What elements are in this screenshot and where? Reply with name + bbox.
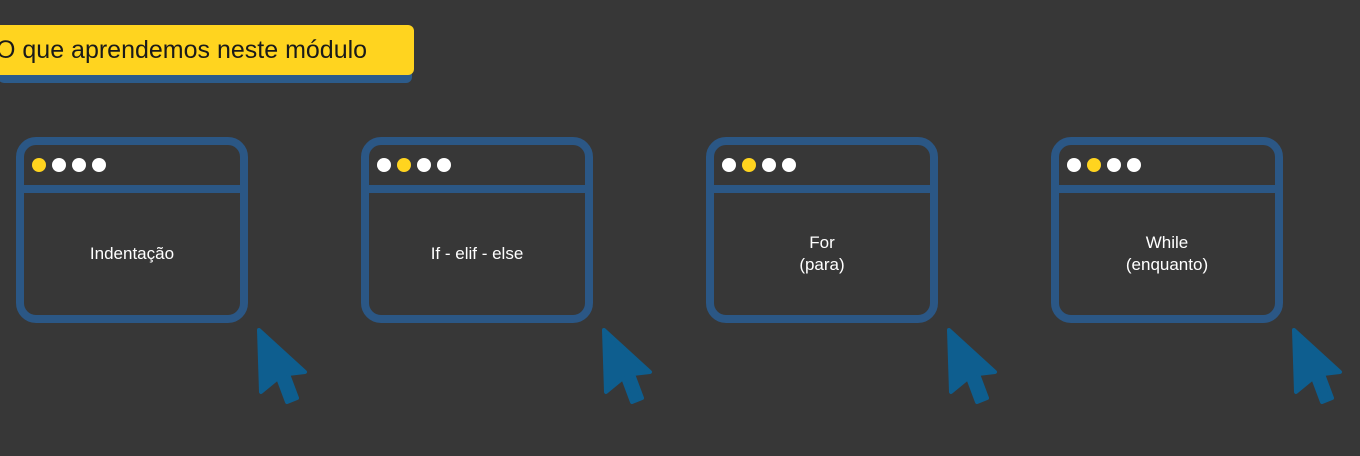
- window-dots: [722, 158, 796, 172]
- topic-card-while[interactable]: While (enquanto): [1051, 137, 1283, 323]
- window-dot-icon: [417, 158, 431, 172]
- window-title-divider: [24, 185, 240, 193]
- window-dots: [32, 158, 106, 172]
- window-dot-active-icon: [1087, 158, 1101, 172]
- card-body: Indentação: [32, 201, 232, 307]
- card-label: While (enquanto): [1125, 233, 1209, 274]
- window-dot-icon: [1127, 158, 1141, 172]
- cursor-arrow-icon: [947, 328, 997, 404]
- window-dot-icon: [437, 158, 451, 172]
- window-dot-icon: [722, 158, 736, 172]
- cursor-arrow-icon: [602, 328, 652, 404]
- module-title-banner: O que aprendemos neste módulo: [0, 25, 414, 83]
- window-dot-active-icon: [32, 158, 46, 172]
- card-label: If - elif - else: [430, 244, 524, 263]
- topic-card-indentacao[interactable]: Indentação: [16, 137, 248, 323]
- card-body: While (enquanto): [1067, 201, 1267, 307]
- window-title-divider: [369, 185, 585, 193]
- window-dot-icon: [762, 158, 776, 172]
- window-dot-icon: [1067, 158, 1081, 172]
- window-dot-icon: [92, 158, 106, 172]
- browser-window-icon: If - elif - else: [361, 137, 593, 323]
- window-dot-icon: [52, 158, 66, 172]
- title-box: O que aprendemos neste módulo: [0, 25, 414, 75]
- topic-card-if-elif-else[interactable]: If - elif - else: [361, 137, 593, 323]
- card-body: If - elif - else: [377, 201, 577, 307]
- window-dot-active-icon: [742, 158, 756, 172]
- browser-window-icon: While (enquanto): [1051, 137, 1283, 323]
- window-dot-icon: [1107, 158, 1121, 172]
- browser-window-icon: For (para): [706, 137, 938, 323]
- window-dot-icon: [377, 158, 391, 172]
- module-title: O que aprendemos neste módulo: [0, 35, 368, 64]
- topic-card-for[interactable]: For (para): [706, 137, 938, 323]
- browser-window-icon: Indentação: [16, 137, 248, 323]
- cursor-arrow-icon: [1292, 328, 1342, 404]
- window-dots: [377, 158, 451, 172]
- card-label: Indentação: [89, 244, 175, 263]
- card-body: For (para): [722, 201, 922, 307]
- window-dot-icon: [782, 158, 796, 172]
- window-title-divider: [714, 185, 930, 193]
- cursor-arrow-icon: [257, 328, 307, 404]
- window-dot-active-icon: [397, 158, 411, 172]
- window-title-divider: [1059, 185, 1275, 193]
- card-label: For (para): [799, 233, 845, 274]
- window-dots: [1067, 158, 1141, 172]
- window-dot-icon: [72, 158, 86, 172]
